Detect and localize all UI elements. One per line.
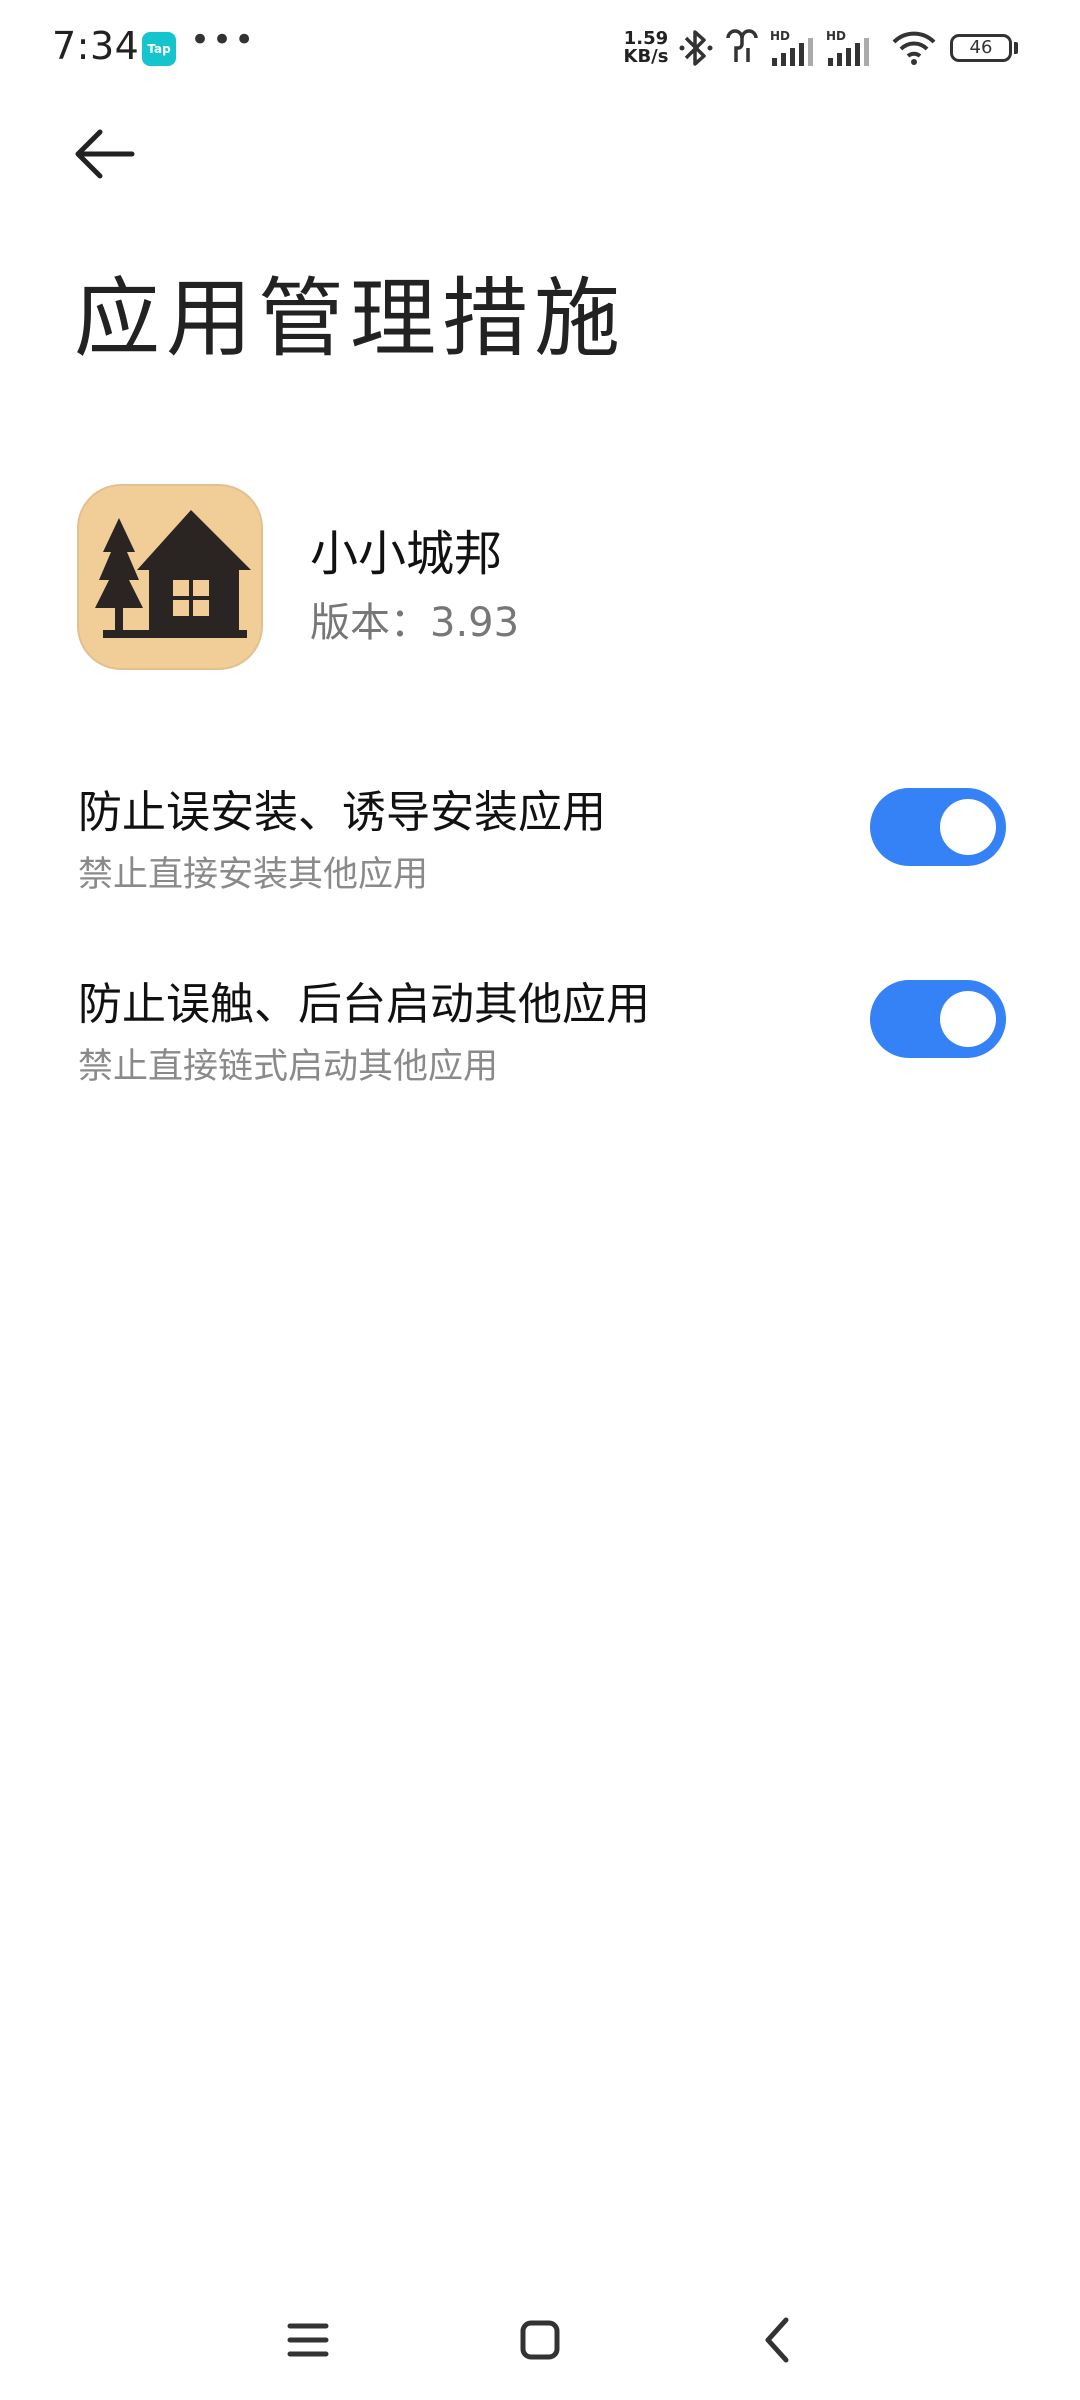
chevron-left-icon bbox=[765, 2317, 789, 2363]
earbuds-icon bbox=[726, 29, 758, 62]
setting-prevent-background-launch[interactable]: 防止误触、后台启动其他应用 禁止直接链式启动其他应用 bbox=[0, 968, 1080, 1118]
setting-prevent-misinstall[interactable]: 防止误安装、诱导安装应用 禁止直接安装其他应用 bbox=[0, 776, 1080, 926]
nav-back-button[interactable] bbox=[718, 2290, 838, 2390]
menu-icon bbox=[287, 2323, 329, 2357]
home-square-icon bbox=[520, 2320, 560, 2360]
signal-icon-2: HD bbox=[826, 29, 869, 66]
prevent-misinstall-toggle[interactable] bbox=[870, 788, 1006, 866]
house-tree-icon bbox=[95, 510, 251, 638]
network-speed: 1.59 KB/s bbox=[620, 30, 672, 66]
signal-label-1: HD bbox=[770, 29, 790, 43]
battery-tip bbox=[1014, 42, 1018, 54]
prevent-background-launch-toggle[interactable] bbox=[870, 980, 1006, 1058]
more-notifications-icon: ••• bbox=[190, 20, 257, 60]
status-bar: 7:34 Tap ••• 1.59 KB/s HD HD 46 bbox=[0, 0, 1080, 100]
home-button[interactable] bbox=[480, 2290, 600, 2390]
screen: 7:34 Tap ••• 1.59 KB/s HD HD 46 应用管理措施 小… bbox=[0, 0, 1080, 2400]
clock: 7:34 bbox=[52, 24, 140, 68]
setting-title: 防止误触、后台启动其他应用 bbox=[78, 979, 650, 1030]
recent-apps-button[interactable] bbox=[248, 2290, 368, 2390]
setting-subtitle: 禁止直接链式启动其他应用 bbox=[78, 1047, 499, 1087]
app-version: 版本：3.93 bbox=[310, 600, 520, 646]
back-button[interactable] bbox=[70, 120, 150, 190]
toggle-knob bbox=[940, 799, 996, 855]
navigation-bar bbox=[0, 2290, 1080, 2400]
bluetooth-icon bbox=[679, 30, 713, 66]
page-title: 应用管理措施 bbox=[74, 269, 626, 369]
toggle-knob bbox=[940, 991, 996, 1047]
app-name: 小小城邦 bbox=[310, 526, 503, 582]
setting-subtitle: 禁止直接安装其他应用 bbox=[78, 855, 429, 895]
signal-icon-1: HD bbox=[770, 29, 813, 66]
signal-label-2: HD bbox=[826, 29, 846, 43]
network-speed-unit: KB/s bbox=[623, 46, 669, 67]
wifi-icon bbox=[892, 31, 936, 65]
setting-title: 防止误安装、诱导安装应用 bbox=[78, 787, 606, 838]
battery-level: 46 bbox=[969, 37, 993, 58]
battery-icon: 46 bbox=[950, 34, 1012, 62]
taptap-notification-icon: Tap bbox=[142, 32, 176, 66]
app-icon bbox=[77, 484, 263, 670]
back-arrow-icon bbox=[75, 129, 135, 179]
